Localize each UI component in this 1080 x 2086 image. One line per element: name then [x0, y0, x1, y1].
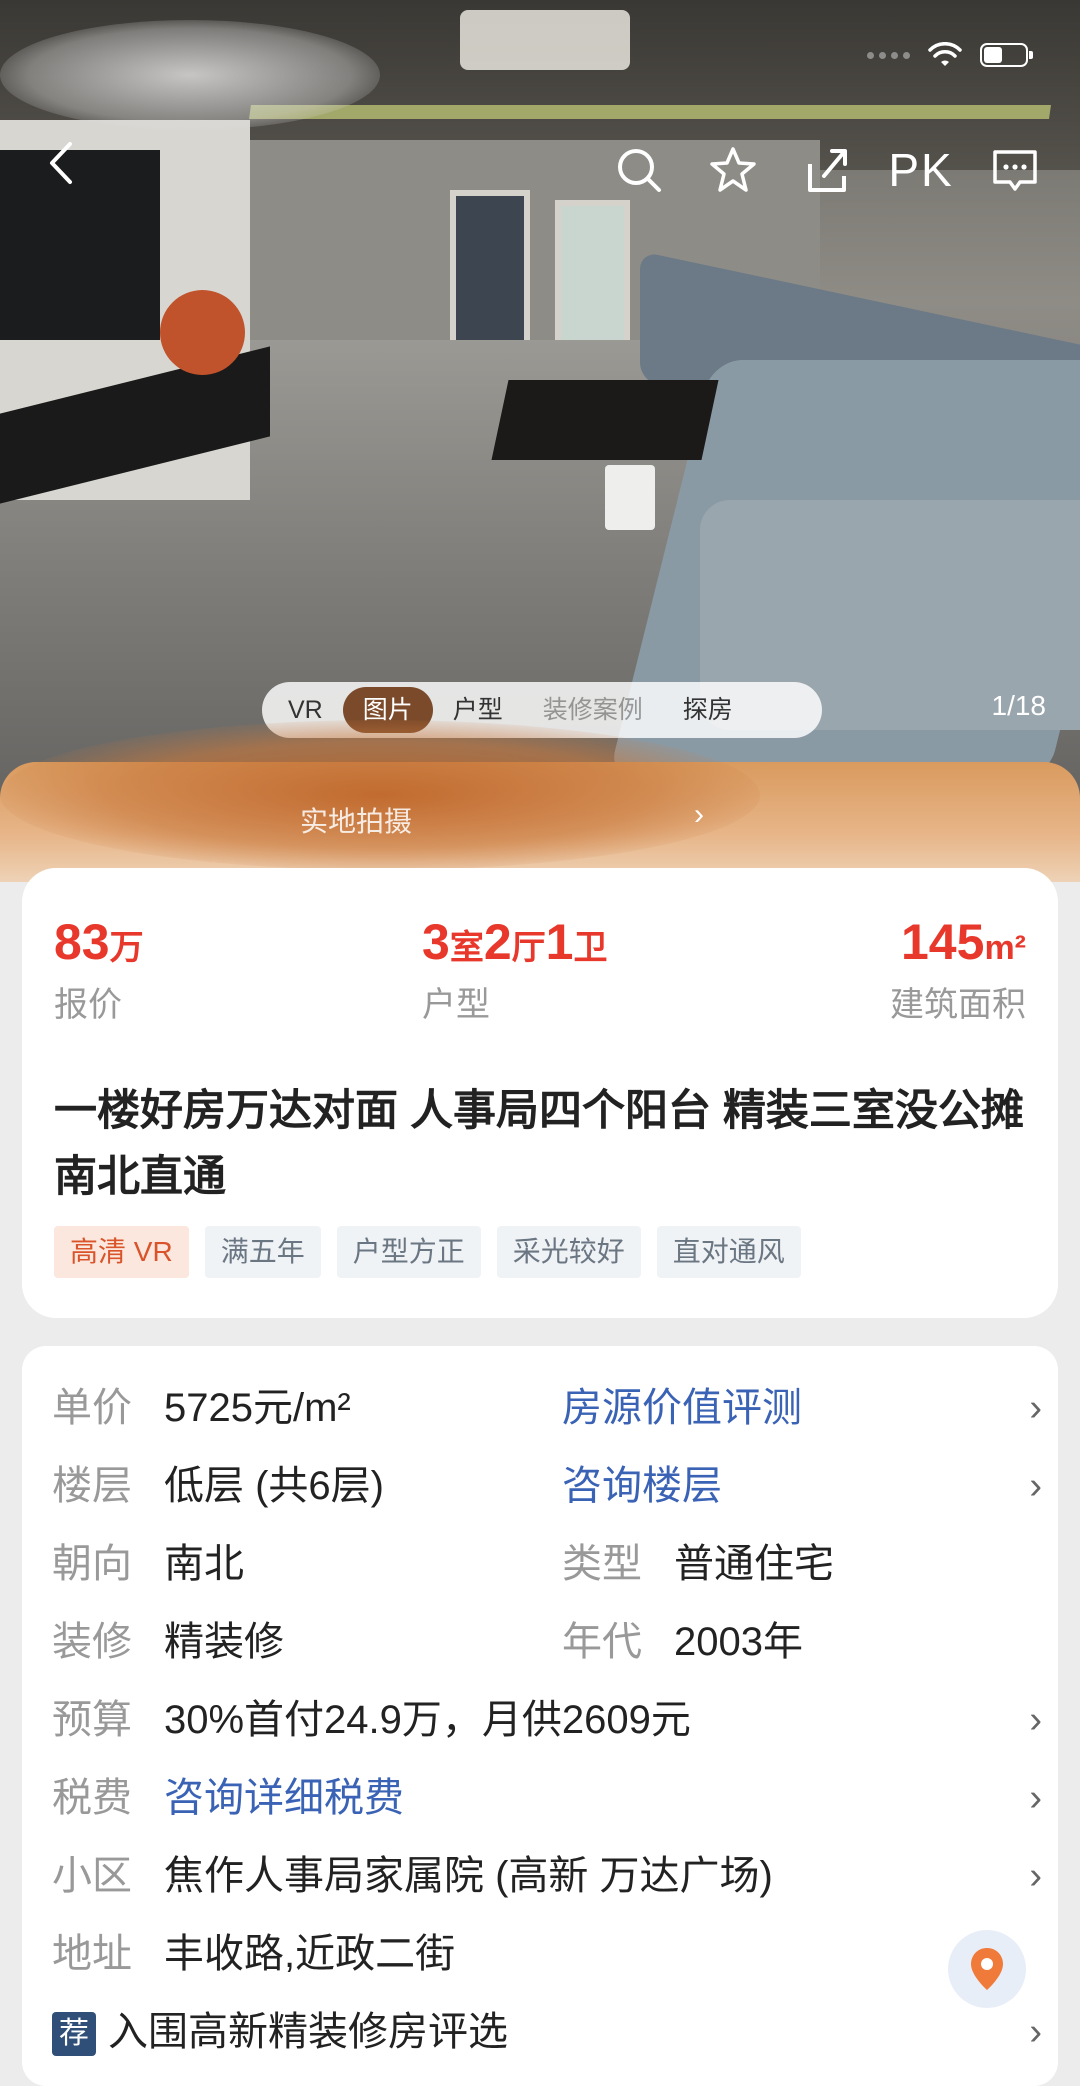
- battery-icon: [980, 43, 1033, 67]
- listing-title: 一楼好房万达对面 人事局四个阳台 精装三室没公摊 南北直通: [54, 1087, 1024, 1201]
- floor-value: 低层 (共6层): [164, 1464, 384, 1508]
- photo-bin: [605, 465, 655, 530]
- decoration-value: 精装修: [164, 1620, 284, 1664]
- message-button[interactable]: [990, 145, 1040, 195]
- floor-key: 楼层: [52, 1464, 132, 1508]
- signal-dots: [867, 51, 910, 59]
- budget-key: 预算: [52, 1698, 132, 1742]
- community-row[interactable]: 小区 焦作人事局家属院 (高新 万达广场) ›: [52, 1846, 1042, 1906]
- price-label: 报价: [54, 986, 122, 1024]
- layout-stat: 3室2厅1卫 户型: [422, 913, 607, 1026]
- rooms-unit: 室: [449, 929, 484, 967]
- tax-consult-link[interactable]: 咨询详细税费: [164, 1768, 404, 1828]
- status-bar: [867, 42, 1033, 68]
- address-value: 丰收路,近政二街: [164, 1932, 456, 1976]
- photo-flowers: [160, 290, 245, 375]
- baths-count: 1: [545, 914, 574, 970]
- area-label: 建筑面积: [890, 986, 1026, 1024]
- unit-price-row[interactable]: 单价 5725元/m² 房源价值评测 ›: [52, 1378, 1042, 1438]
- chevron-right-icon: ›: [1029, 1699, 1042, 1741]
- share-icon: [808, 149, 847, 192]
- orientation-key: 朝向: [52, 1542, 132, 1586]
- price-unit: 万: [109, 929, 144, 967]
- summary-card: 83万 报价 3室2厅1卫 户型 145m² 建筑面积 一楼好房万达对面 人事局…: [22, 868, 1058, 1318]
- search-button[interactable]: [614, 145, 664, 195]
- decoration-key: 装修: [52, 1620, 132, 1664]
- location-pin-icon: [971, 1948, 1003, 1990]
- tag: 直对通风: [656, 1226, 801, 1278]
- orientation-row: 朝向 南北 类型 普通住宅: [52, 1534, 1042, 1594]
- chevron-right-icon: ›: [1029, 1855, 1042, 1897]
- floor-row[interactable]: 楼层 低层 (共6层) 咨询楼层 ›: [52, 1456, 1042, 1516]
- tag: 满五年: [204, 1226, 321, 1278]
- pk-compare-button[interactable]: PK: [888, 144, 951, 196]
- recommend-row[interactable]: 荐入围高新精装修房评选 ›: [52, 2002, 1042, 2062]
- chevron-right-icon: ›: [1029, 1465, 1042, 1507]
- budget-row[interactable]: 预算 30%首付24.9万，月供2609元 ›: [52, 1690, 1042, 1750]
- consult-floor-link[interactable]: 咨询楼层: [562, 1456, 722, 1516]
- back-button[interactable]: [46, 140, 86, 200]
- rooms-count: 3: [422, 914, 450, 970]
- recommend-badge: 荐: [52, 2012, 96, 2057]
- search-icon: [618, 149, 661, 192]
- photo-light-strip: [249, 105, 1051, 119]
- recommend-text: 入围高新精装修房评选: [108, 2010, 508, 2054]
- details-card: 单价 5725元/m² 房源价值评测 › 楼层 低层 (共6层) 咨询楼层 › …: [22, 1346, 1058, 2086]
- price-stat: 83万 报价: [54, 913, 144, 1026]
- photo-door: [555, 200, 630, 350]
- community-value: 焦作人事局家属院 (高新 万达广场): [164, 1854, 773, 1898]
- tab-visit[interactable]: 探房: [663, 687, 753, 733]
- photo-coffee-table: [491, 380, 719, 460]
- banner-text: 实地拍摄: [300, 806, 413, 837]
- tag-hd-vr[interactable]: 高清 VR: [54, 1226, 189, 1278]
- price-value: 83: [54, 914, 110, 970]
- community-key: 小区: [52, 1854, 132, 1898]
- orientation-value: 南北: [164, 1542, 244, 1586]
- decoration-row: 装修 精装修 年代 2003年: [52, 1612, 1042, 1672]
- area-stat: 145m² 建筑面积: [890, 913, 1026, 1026]
- chat-icon: [993, 150, 1037, 191]
- photo-blur-mask: [0, 20, 380, 130]
- top-nav: PK: [0, 140, 1080, 200]
- year-key: 年代: [562, 1620, 642, 1664]
- unit-price-key: 单价: [52, 1386, 132, 1430]
- chevron-left-icon: [50, 142, 72, 184]
- favorite-button[interactable]: [708, 145, 758, 195]
- area-value: 145: [901, 914, 985, 970]
- value-evaluation-link[interactable]: 房源价值评测: [562, 1378, 802, 1438]
- chevron-right-icon: ›: [1029, 1387, 1042, 1429]
- chevron-right-icon: ›: [694, 798, 704, 831]
- star-icon: [710, 147, 756, 192]
- wifi-icon: [928, 42, 962, 66]
- layout-label: 户型: [422, 986, 490, 1024]
- banner-blur-mask: [0, 720, 760, 870]
- map-button[interactable]: [948, 1930, 1026, 2008]
- unit-price-value: 5725元/m²: [164, 1386, 351, 1430]
- photo-ceiling-light: [460, 10, 630, 70]
- year-value: 2003年: [674, 1620, 803, 1664]
- halls-unit: 厅: [511, 929, 546, 967]
- chevron-right-icon: ›: [1029, 1777, 1042, 1819]
- type-key: 类型: [562, 1542, 642, 1586]
- area-unit: m²: [984, 929, 1026, 967]
- baths-unit: 卫: [573, 929, 608, 967]
- tag: 户型方正: [336, 1226, 481, 1278]
- recommend-entry: 荐入围高新精装修房评选: [52, 2002, 508, 2062]
- tax-key: 税费: [52, 1776, 132, 1820]
- tag-list: 高清 VR 满五年 户型方正 采光较好 直对通风: [54, 1226, 801, 1278]
- type-value: 普通住宅: [674, 1542, 834, 1586]
- photo-counter: 1/18: [991, 690, 1047, 721]
- halls-count: 2: [483, 914, 512, 970]
- photo-door: [450, 190, 530, 350]
- address-row: 地址 丰收路,近政二街: [52, 1924, 1042, 1984]
- budget-value: 30%首付24.9万，月供2609元: [164, 1698, 691, 1742]
- tag: 采光较好: [496, 1226, 641, 1278]
- tab-decoration-cases[interactable]: 装修案例: [523, 687, 663, 733]
- chevron-right-icon: ›: [1029, 2011, 1042, 2053]
- share-button[interactable]: [802, 145, 852, 195]
- tax-row[interactable]: 税费 咨询详细税费 ›: [52, 1768, 1042, 1828]
- address-key: 地址: [52, 1932, 132, 1976]
